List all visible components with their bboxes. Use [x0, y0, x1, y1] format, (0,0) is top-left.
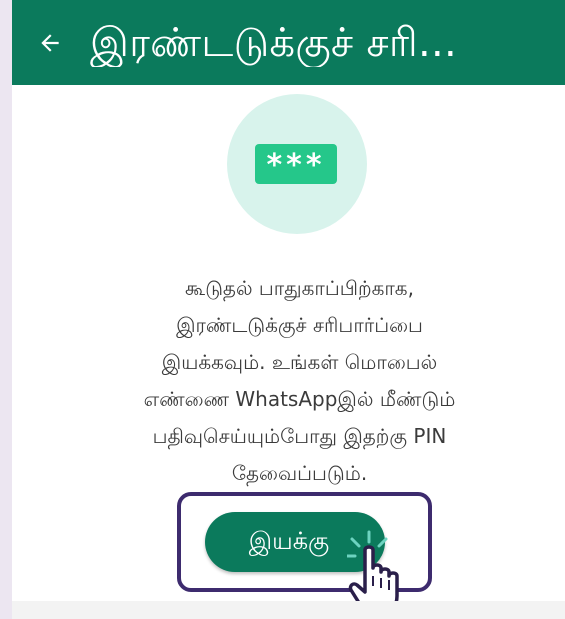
description-line: தேவைப்படும்.: [231, 461, 368, 485]
back-button[interactable]: [26, 19, 74, 67]
pin-illustration: ***: [255, 144, 337, 184]
app-bar: இரண்டடுக்குச் சரி...: [12, 0, 565, 85]
description-line: கூடுதல் பாதுகாப்பிற்காக,: [185, 276, 414, 300]
bottom-divider: [12, 601, 565, 619]
description-line: இயக்கவும். உங்கள் மொபைல்: [161, 350, 438, 374]
description-text: கூடுதல் பாதுகாப்பிற்காக, இரண்டடுக்குச் ச…: [67, 270, 532, 492]
description-line: பதிவுசெய்யும்போது இதற்கு PIN: [152, 424, 447, 448]
screen: இரண்டடுக்குச் சரி... *** கூடுதல் பாதுகாப…: [12, 0, 565, 619]
description-line: எண்ணை WhatsAppஇல் மீண்டும்: [143, 387, 456, 411]
arrow-left-icon: [41, 33, 59, 52]
enable-button-label: இயக்கு: [248, 526, 330, 555]
page-title: இரண்டடுக்குச் சரி...: [90, 19, 458, 66]
description-line: இரண்டடுக்குச் சரிபார்ப்பை: [176, 313, 423, 337]
